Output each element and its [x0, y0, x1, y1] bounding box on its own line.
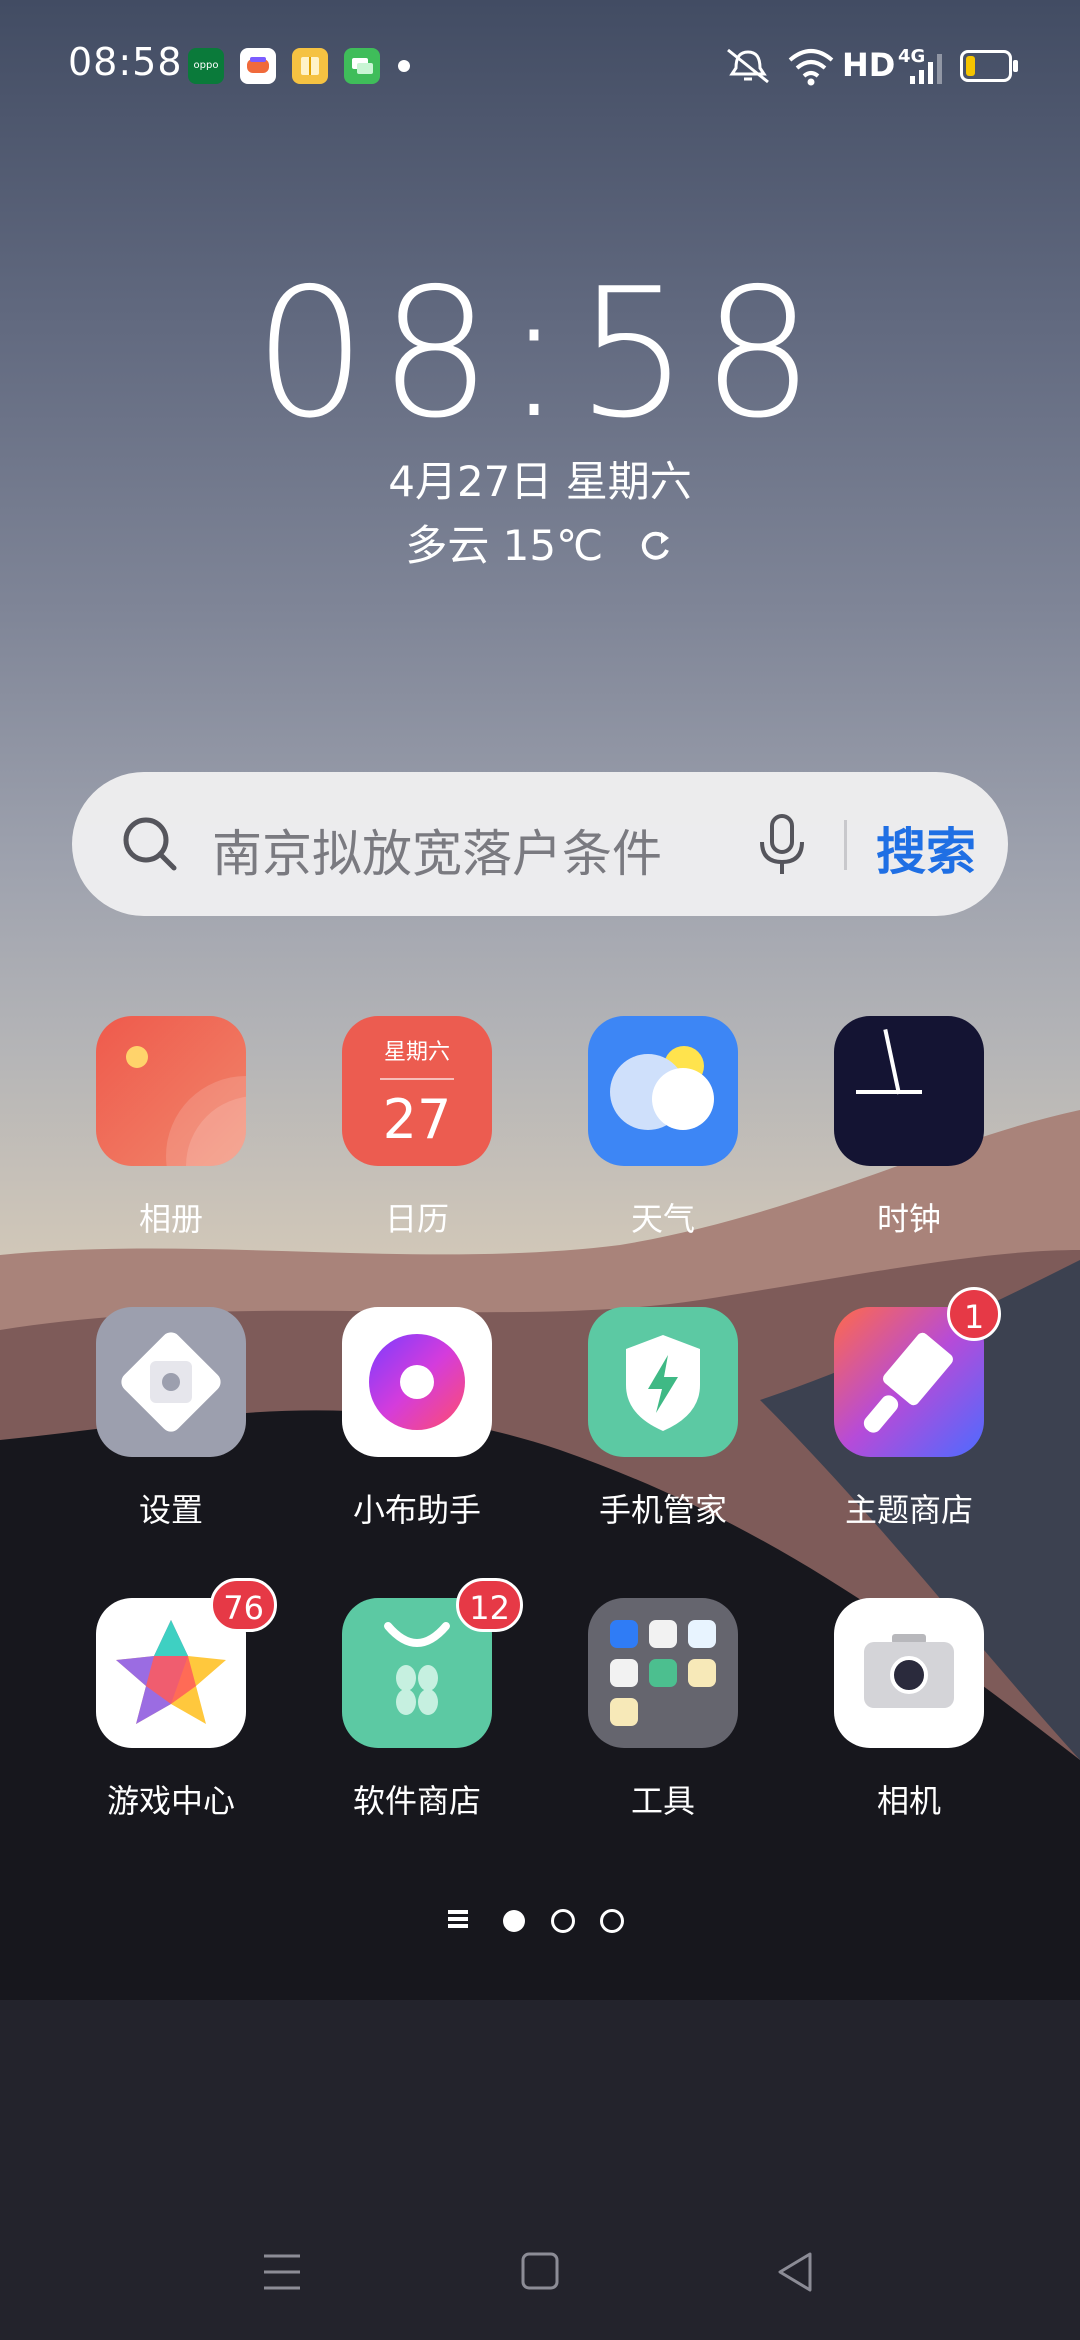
- app-label: 相机: [876, 1782, 941, 1820]
- app-label: 游戏中心: [106, 1782, 235, 1820]
- app-clock[interactable]: 时钟: [809, 1016, 1009, 1240]
- gallery-icon: [96, 1016, 246, 1166]
- search-button[interactable]: 搜索: [876, 812, 976, 884]
- search-icon: [123, 817, 177, 871]
- app-label: 主题商店: [844, 1491, 973, 1529]
- app-drawer-icon[interactable]: [446, 1908, 470, 1934]
- app-label: 设置: [138, 1491, 203, 1529]
- app-software-store[interactable]: 12 软件商店: [317, 1578, 523, 1822]
- weather-icon: [588, 1016, 738, 1166]
- search-divider: [844, 820, 847, 870]
- phone-manager-icon: [588, 1307, 738, 1457]
- notification-badge: 1: [947, 1287, 1001, 1341]
- app-label: 手机管家: [598, 1491, 727, 1529]
- app-assistant[interactable]: 小布助手: [317, 1307, 517, 1531]
- home-clock[interactable]: 08:58: [0, 250, 1080, 457]
- home-icon[interactable]: [520, 2250, 562, 2294]
- tools-folder-icon: [588, 1598, 738, 1748]
- calendar-weekday: 星期六: [383, 1040, 450, 1065]
- reader-app-icon: [292, 48, 328, 84]
- network-hd-label: HD: [842, 46, 896, 84]
- app-label: 天气: [630, 1200, 695, 1238]
- microphone-icon[interactable]: [752, 812, 812, 878]
- refresh-icon[interactable]: [635, 526, 675, 566]
- game-app-icon: [240, 48, 276, 84]
- app-theme-store[interactable]: 1 主题商店: [809, 1287, 1009, 1531]
- notification-badge: 12: [456, 1578, 523, 1632]
- recent-apps-icon[interactable]: [262, 2250, 302, 2294]
- app-weather[interactable]: 天气: [563, 1016, 763, 1240]
- calendar-icon: 星期六 27: [342, 1016, 492, 1166]
- app-label: 小布助手: [352, 1491, 481, 1529]
- calendar-day: 27: [382, 1088, 452, 1151]
- page-dot-active[interactable]: [503, 1910, 526, 1932]
- weather-text: 多云 15℃: [405, 521, 604, 570]
- page-dot[interactable]: [599, 1909, 624, 1933]
- app-label: 相册: [138, 1200, 203, 1238]
- search-input[interactable]: 南京拟放宽落户条件: [212, 814, 662, 886]
- page-indicator[interactable]: [0, 1908, 1080, 1934]
- app-label: 软件商店: [352, 1782, 481, 1820]
- mute-bell-icon: [727, 48, 769, 84]
- clock-icon: [834, 1016, 984, 1166]
- notification-badge: 76: [210, 1578, 277, 1632]
- app-game-center[interactable]: 76 游戏中心: [71, 1578, 277, 1822]
- app-label: 工具: [630, 1782, 695, 1820]
- message-app-icon: [344, 48, 380, 84]
- camera-icon: [834, 1598, 984, 1748]
- app-camera[interactable]: 相机: [809, 1598, 1009, 1822]
- app-settings[interactable]: 设置: [71, 1307, 271, 1531]
- network-type-label: 4G: [898, 46, 926, 67]
- app-tools-folder[interactable]: 工具: [563, 1598, 763, 1822]
- back-icon[interactable]: [774, 2250, 816, 2294]
- page-dot[interactable]: [550, 1909, 575, 1933]
- status-time: 08:58: [68, 40, 183, 84]
- battery-icon: [960, 50, 1018, 82]
- battery-level: [966, 56, 976, 76]
- home-weather[interactable]: 多云 15℃: [0, 512, 1080, 573]
- app-phone-manager[interactable]: 手机管家: [563, 1307, 763, 1531]
- search-bar[interactable]: 南京拟放宽落户条件 搜索: [72, 772, 1008, 916]
- settings-icon: [96, 1307, 246, 1457]
- home-date: 4月27日 星期六: [388, 457, 692, 506]
- wifi-icon: [788, 49, 834, 86]
- app-label: 时钟: [876, 1200, 941, 1238]
- oppo-app-icon: oppo: [188, 48, 224, 84]
- app-calendar[interactable]: 星期六 27 日历: [317, 1016, 517, 1240]
- cell-signal-icon: 4G: [898, 46, 946, 86]
- more-notifications-dot: [398, 60, 410, 72]
- assistant-icon: [342, 1307, 492, 1457]
- app-label: 日历: [384, 1200, 449, 1238]
- app-gallery[interactable]: 相册: [71, 1016, 271, 1240]
